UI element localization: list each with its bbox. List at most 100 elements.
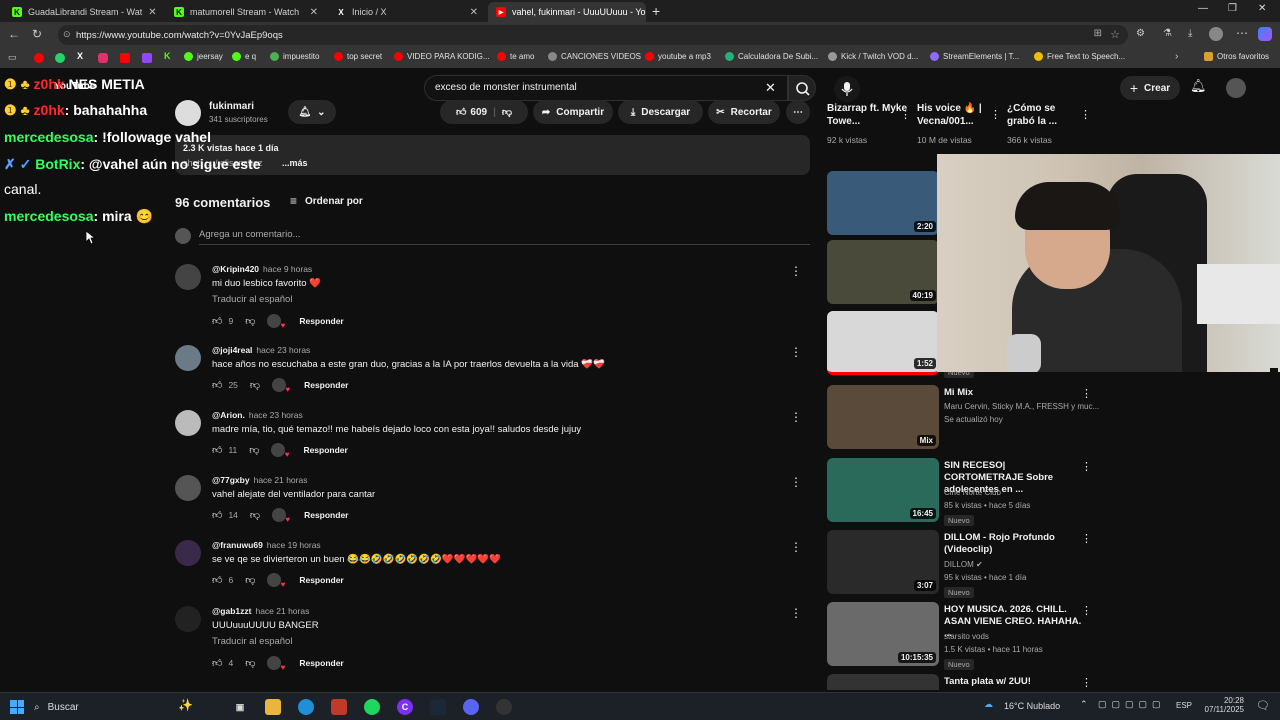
profile-avatar[interactable] bbox=[1209, 27, 1223, 41]
close-tab-icon[interactable]: ✕ bbox=[464, 7, 478, 18]
dislike-button[interactable]: 👎︎ bbox=[502, 106, 512, 118]
comment-handle[interactable]: @77gxby bbox=[212, 475, 250, 485]
rec-channel[interactable]: Maru Cervin, Sticky M.A., FRESSH y muc..… bbox=[944, 402, 1099, 411]
youtube-bookmark-icon[interactable] bbox=[34, 53, 44, 63]
video-thumbnail[interactable]: Mix bbox=[827, 385, 939, 449]
bookmark-item[interactable]: VIDEO PARA KODIG... bbox=[394, 52, 490, 61]
rec-kebab-icon[interactable]: ⋮ bbox=[1081, 387, 1092, 400]
reload-icon[interactable]: ↻ bbox=[32, 27, 42, 41]
bookmark-item[interactable]: youtube a mp3 bbox=[645, 52, 711, 61]
translate-link[interactable]: Traducir al español bbox=[212, 294, 292, 305]
rec-channel[interactable]: starsito vods bbox=[944, 632, 989, 641]
tray-icons[interactable]: ▢▢▢▢▢ bbox=[1098, 699, 1166, 710]
reply-button[interactable]: Responder bbox=[304, 380, 348, 390]
tab-4-active[interactable]: ▶ vahel, fukinmari - UuuUUuuu - Yo ✕ bbox=[488, 2, 646, 22]
voice-search-button[interactable] bbox=[834, 76, 860, 102]
commenter-avatar[interactable] bbox=[175, 475, 201, 501]
new-tab-icon[interactable]: + bbox=[652, 3, 660, 19]
channel-name[interactable]: fukinmari bbox=[209, 101, 254, 112]
rec-kebab-icon[interactable]: ⋮ bbox=[900, 108, 911, 121]
comment-time[interactable]: hace 9 horas bbox=[263, 264, 312, 274]
notification-icon[interactable]: 🗨︎ bbox=[1256, 699, 1270, 712]
comment-kebab-icon[interactable]: ⋮ bbox=[790, 345, 802, 359]
edge-icon[interactable] bbox=[298, 699, 314, 715]
comment-kebab-icon[interactable]: ⋮ bbox=[790, 264, 802, 278]
comment-kebab-icon[interactable]: ⋮ bbox=[790, 540, 802, 554]
reply-button[interactable]: Responder bbox=[304, 510, 348, 520]
clock[interactable]: 20:28 07/11/2025 bbox=[1200, 696, 1244, 714]
comment-time[interactable]: hace 23 horas bbox=[249, 410, 303, 420]
bookmark-star-icon[interactable]: ☆ bbox=[1110, 28, 1120, 41]
add-comment-input[interactable]: Agrega un comentario... bbox=[199, 229, 810, 245]
app-icon[interactable] bbox=[331, 699, 347, 715]
comment-like-button[interactable]: 👍︎ bbox=[212, 444, 222, 456]
download-button[interactable]: ⤓ Descargar bbox=[618, 100, 703, 124]
show-more-link[interactable]: ...más bbox=[282, 158, 308, 168]
bookmark-item[interactable]: Free Text to Speech... bbox=[1034, 52, 1125, 61]
widget-icon[interactable]: ✨ bbox=[178, 698, 193, 712]
comment-kebab-icon[interactable]: ⋮ bbox=[790, 606, 802, 620]
recommended-video[interactable]: 16:45 SIN RECESO| CORTOMETRAJE Sobre adol… bbox=[827, 458, 1092, 526]
clip-button[interactable]: ✂ Recortar bbox=[708, 100, 780, 124]
video-thumbnail[interactable]: 1:52 bbox=[827, 311, 939, 375]
spotify-icon[interactable] bbox=[364, 699, 380, 715]
like-button[interactable]: 👍︎ 609 bbox=[456, 106, 487, 119]
comment-dislike-button[interactable]: 👎︎ bbox=[250, 509, 260, 521]
rec-title[interactable]: His voice 🔥 | Vecna/001... bbox=[917, 102, 987, 128]
comment-handle[interactable]: @franuwu69 bbox=[212, 540, 263, 550]
bookmark-item[interactable]: top secret bbox=[334, 52, 382, 61]
minimize-icon[interactable]: — bbox=[1198, 3, 1208, 14]
comment-like-button[interactable]: 👍︎ bbox=[212, 657, 222, 669]
rec-title[interactable]: Mi Mix bbox=[944, 387, 1084, 399]
extensions-icon[interactable]: ⚙ bbox=[1136, 28, 1145, 39]
comment-kebab-icon[interactable]: ⋮ bbox=[790, 475, 802, 489]
canva-icon[interactable]: C bbox=[397, 699, 413, 715]
recommended-video[interactable]: Mix Mi Mix ⋮ Maru Cervin, Sticky M.A., FRES… bbox=[827, 385, 1099, 451]
rec-kebab-icon[interactable]: ⋮ bbox=[990, 108, 1001, 121]
instagram-bookmark-icon[interactable] bbox=[98, 53, 108, 63]
bookmark-item[interactable]: te amo bbox=[497, 52, 534, 61]
comment-handle[interactable]: @Arion. bbox=[212, 410, 245, 420]
translate-link[interactable]: Traducir al español bbox=[212, 636, 292, 647]
notifications-bell-icon[interactable]: 🔔︎ bbox=[1190, 78, 1207, 94]
rec-kebab-icon[interactable]: ⋮ bbox=[1080, 108, 1091, 121]
video-thumbnail[interactable]: 16:45 bbox=[827, 458, 939, 522]
bookmark-item[interactable]: CANCIONES VIDEOS bbox=[548, 52, 641, 61]
tab-1[interactable]: K GuadaLibrandi Stream - Wat ✕ bbox=[4, 2, 164, 22]
steam-icon[interactable] bbox=[430, 699, 446, 715]
bookmark-item[interactable]: impuestito bbox=[270, 52, 319, 61]
search-input[interactable]: exceso de monster instrumental bbox=[435, 82, 577, 93]
bookmark-item[interactable]: jeersay bbox=[184, 52, 223, 61]
site-info-icon[interactable]: ⊙ bbox=[63, 29, 71, 40]
share-button[interactable]: ➦ Compartir bbox=[533, 100, 613, 124]
close-tab-icon[interactable]: ✕ bbox=[304, 7, 318, 18]
comment-like-button[interactable]: 👍︎ bbox=[212, 574, 222, 586]
comment-time[interactable]: hace 21 horas bbox=[254, 475, 308, 485]
recommended-video[interactable]: 10:15:35 HOY MUSICA. 2026. CHILL. ASAN VI… bbox=[827, 602, 1092, 670]
close-tab-icon[interactable]: ✕ bbox=[142, 7, 156, 18]
search-button[interactable] bbox=[788, 75, 816, 101]
tab-2[interactable]: K matumorell Stream - Watch ✕ bbox=[166, 2, 326, 22]
address-bar[interactable]: ⊙ https://www.youtube.com/watch?v=0YvJaE… bbox=[58, 25, 1128, 45]
reply-button[interactable]: Responder bbox=[299, 658, 343, 668]
task-view-icon[interactable]: ▣ bbox=[232, 699, 248, 715]
bookmark-item[interactable]: StreamElements | T... bbox=[930, 52, 1019, 61]
comment-author[interactable]: @joji4real hace 23 horas bbox=[212, 345, 310, 355]
comment-author[interactable]: @Arion. hace 23 horas bbox=[212, 410, 303, 420]
rec-channel[interactable]: DILLOM ✔ bbox=[944, 560, 983, 569]
x-bookmark-icon[interactable]: X bbox=[77, 51, 83, 61]
twitch-bookmark-icon[interactable] bbox=[142, 53, 152, 63]
comment-author[interactable]: @gab1zzt hace 21 horas bbox=[212, 606, 309, 616]
account-avatar[interactable] bbox=[1226, 78, 1246, 98]
commenter-avatar[interactable] bbox=[175, 410, 201, 436]
rec-kebab-icon[interactable]: ⋮ bbox=[1081, 460, 1092, 473]
video-thumbnail[interactable] bbox=[827, 674, 939, 690]
discord-icon[interactable] bbox=[463, 699, 479, 715]
search-box[interactable]: exceso de monster instrumental ✕ bbox=[424, 75, 788, 101]
comment-time[interactable]: hace 21 horas bbox=[255, 606, 309, 616]
apps-icon[interactable]: ▭ bbox=[8, 52, 17, 63]
comment-handle[interactable]: @joji4real bbox=[212, 345, 252, 355]
language-indicator[interactable]: ESP bbox=[1176, 701, 1192, 710]
windows-start-icon[interactable] bbox=[10, 700, 24, 714]
comment-dislike-button[interactable]: 👎︎ bbox=[245, 315, 255, 327]
